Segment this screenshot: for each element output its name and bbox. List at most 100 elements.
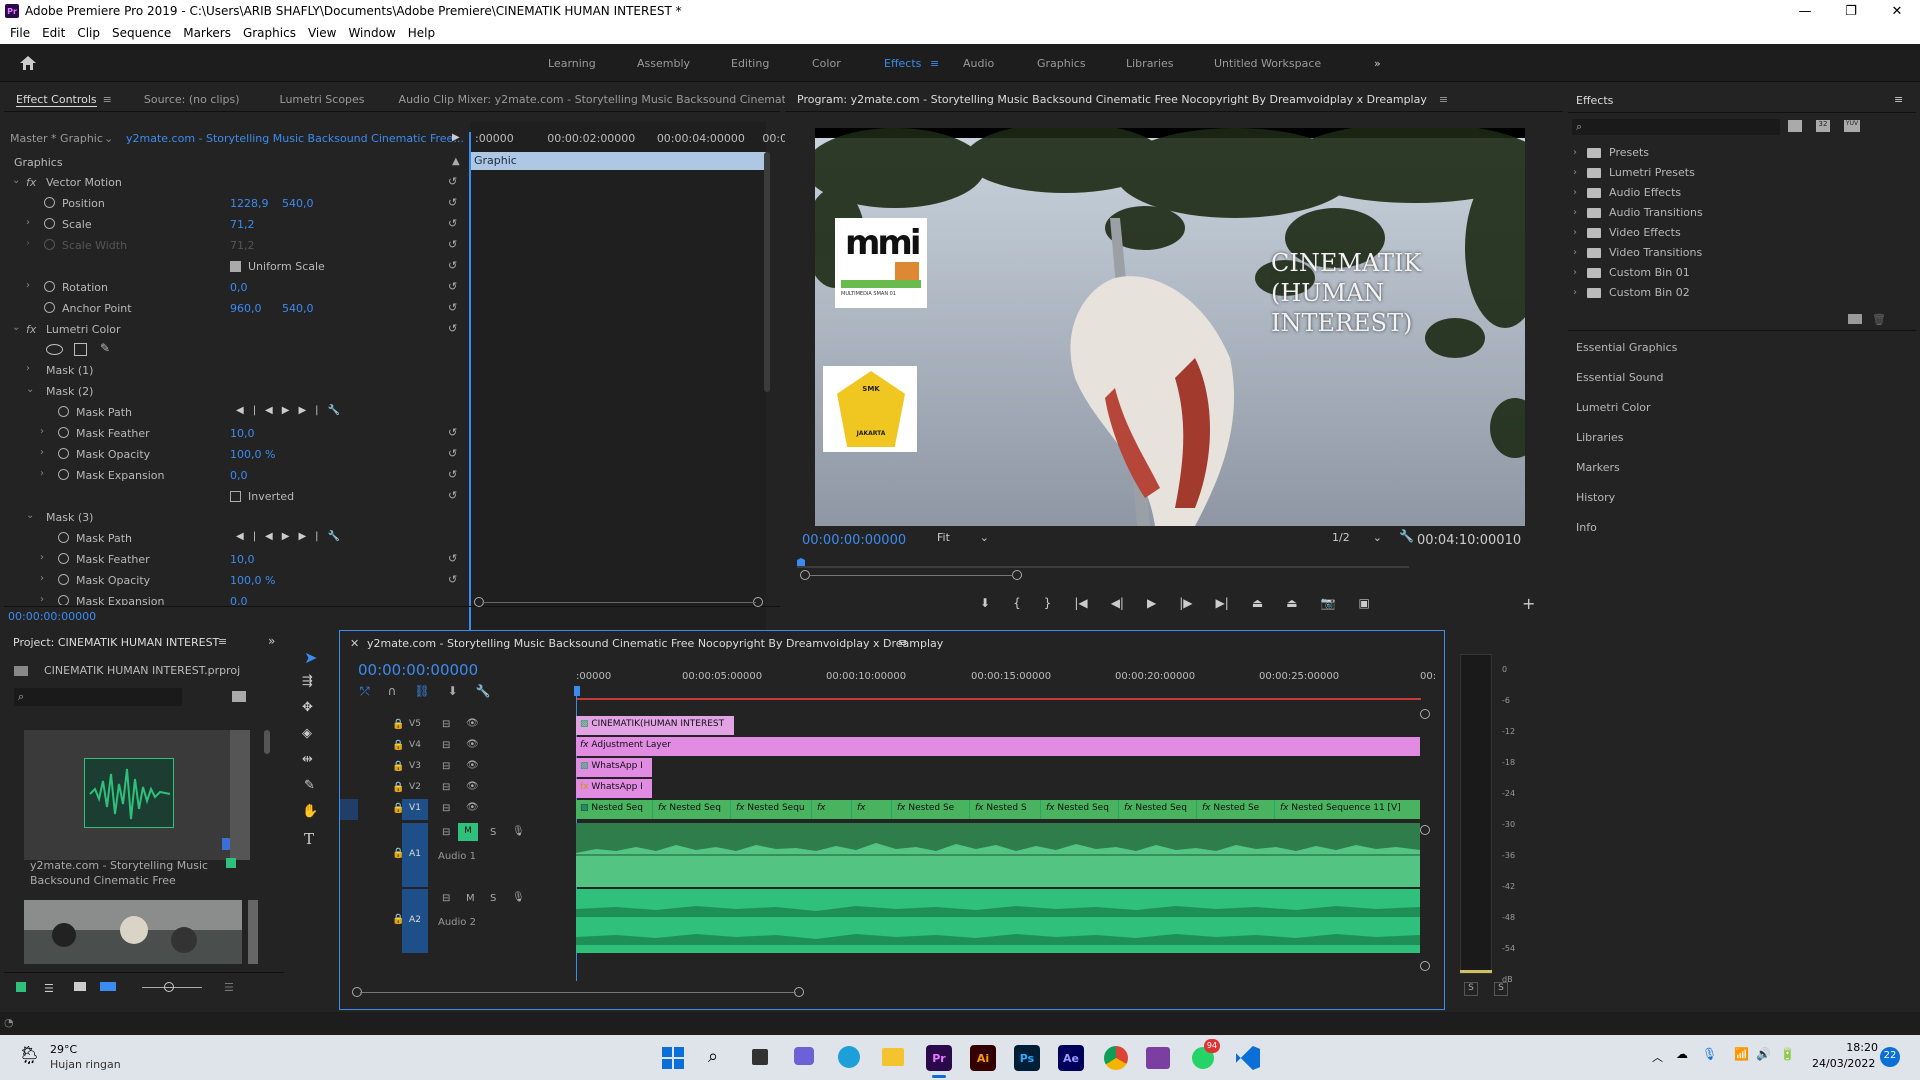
project-title[interactable]: Project: CINEMATIK HUMAN INTEREST: [13, 636, 219, 649]
premiere-icon[interactable]: Pr: [926, 1045, 952, 1071]
clip-adjustment-layer[interactable]: fx Adjustment Layer: [576, 737, 1420, 756]
row-mask-expansion-3[interactable]: › Mask Expansion 0,0: [4, 593, 466, 605]
nested-clip[interactable]: fx Nested Se: [893, 800, 970, 819]
row-lumetri-color[interactable]: ⌄ fx Lumetri Color ↺: [4, 321, 466, 339]
panel-markers[interactable]: Markers: [1576, 461, 1620, 474]
ellipse-mask-icon[interactable]: [46, 344, 63, 355]
menu-sequence[interactable]: Sequence: [110, 26, 173, 40]
row-mask-1[interactable]: › Mask (1): [4, 362, 466, 380]
menu-clip[interactable]: Clip: [75, 26, 102, 40]
tree-audio-effects[interactable]: › Audio Effects: [1573, 186, 1681, 199]
vscode-icon[interactable]: [1236, 1046, 1260, 1070]
project-item-video[interactable]: [24, 900, 242, 964]
timeline-close-icon[interactable]: ✕: [350, 637, 359, 650]
sort-icon[interactable]: ☰: [224, 981, 234, 994]
mask-track-controls[interactable]: ◀|◀▶▶|🔧: [236, 531, 349, 542]
onedrive-icon[interactable]: ☁: [1676, 1047, 1688, 1061]
resolution-select[interactable]: 1/2 ⌄: [1328, 530, 1386, 546]
v-scroll-top[interactable]: [1420, 709, 1430, 719]
v1-clips[interactable]: ▧ Nested Seq fx Nested Seq fx Nested Seq…: [576, 800, 1420, 819]
play-only-icon[interactable]: ▶: [452, 132, 460, 143]
battery-icon[interactable]: 🔋: [1780, 1047, 1795, 1061]
more-workspaces-icon[interactable]: »: [1374, 57, 1381, 70]
mask-track-controls[interactable]: ◀|◀▶▶|🔧: [236, 405, 349, 416]
timeline-title[interactable]: y2mate.com - Storytelling Music Backsoun…: [367, 637, 943, 650]
notification-badge[interactable]: 22: [1880, 1047, 1900, 1067]
ec-timecode[interactable]: 00:00:00:00000: [8, 610, 96, 623]
row-position[interactable]: Position 1228,9 540,0 ↺: [4, 195, 466, 213]
scroll-up-icon[interactable]: ▲: [452, 156, 460, 167]
tree-video-transitions[interactable]: › Video Transitions: [1573, 246, 1702, 259]
chrome-icon[interactable]: [1104, 1046, 1128, 1070]
project-scrollbar[interactable]: [264, 730, 270, 754]
video-frame[interactable]: mmi MULTIMEDIA SMAN 01 SMK JAKARTA CINEM…: [815, 128, 1525, 526]
row-mask-opacity-3[interactable]: › Mask Opacity 100,0 % ↺: [4, 572, 466, 590]
row-mask-opacity[interactable]: › Mask Opacity 100,0 % ↺: [4, 446, 466, 464]
close-icon[interactable]: ✕: [1874, 4, 1920, 19]
task-view-icon[interactable]: [752, 1049, 768, 1065]
row-mask-2[interactable]: ⌄ Mask (2): [4, 383, 466, 401]
selection-tool-icon[interactable]: ➤: [304, 648, 317, 667]
project-menu-icon[interactable]: ≡: [218, 635, 227, 648]
photoshop-icon[interactable]: Ps: [1014, 1045, 1040, 1071]
tab-effect-controls[interactable]: Effect Controls: [16, 93, 97, 107]
panel-history[interactable]: History: [1576, 491, 1615, 504]
temperature[interactable]: 29°C: [50, 1043, 77, 1056]
workspace-effects[interactable]: Effects: [884, 57, 921, 70]
fit-select[interactable]: Fit ⌄: [933, 530, 993, 546]
nested-clip[interactable]: fx Nested Seq: [654, 800, 731, 819]
type-tool-icon[interactable]: T: [304, 830, 314, 848]
export-frame-icon[interactable]: 📷: [1321, 596, 1336, 610]
master-chevron-icon[interactable]: ⌄: [104, 132, 113, 145]
delete-icon[interactable]: 🗑: [1872, 313, 1886, 326]
illustrator-icon[interactable]: Ai: [970, 1045, 996, 1071]
nested-clip[interactable]: fx Nested Seq: [1120, 800, 1197, 819]
add-marker-icon[interactable]: ⬇: [448, 684, 458, 699]
tree-custom-bin-02[interactable]: › Custom Bin 02: [1573, 286, 1690, 299]
row-mask-path[interactable]: Mask Path ◀|◀▶▶|🔧: [4, 404, 466, 422]
after-effects-icon[interactable]: Ae: [1058, 1045, 1084, 1071]
workspace-libraries[interactable]: Libraries: [1126, 57, 1174, 70]
nested-clip[interactable]: fx: [853, 800, 892, 819]
nested-clip[interactable]: fx Nested S: [971, 800, 1041, 819]
lift-icon[interactable]: ⏏: [1252, 596, 1263, 610]
track-a2[interactable]: 🔒 A2 ⊟ M S 🎙 Audio 2: [340, 889, 572, 953]
lock-icon[interactable]: [16, 982, 26, 992]
tree-lumetri-presets[interactable]: › Lumetri Presets: [1573, 166, 1695, 179]
workspace-color[interactable]: Color: [812, 57, 841, 70]
row-scale[interactable]: › Scale 71,2 ↺: [4, 216, 466, 234]
start-icon[interactable]: [662, 1047, 684, 1069]
audio-clip-a2[interactable]: [576, 889, 1420, 953]
workspace-audio[interactable]: Audio: [963, 57, 994, 70]
zoom-slider-thumb[interactable]: [164, 982, 174, 992]
tree-custom-bin-01[interactable]: › Custom Bin 01: [1573, 266, 1690, 279]
row-mask-feather-3[interactable]: › Mask Feather 10,0 ↺: [4, 551, 466, 569]
volume-icon[interactable]: 🔊: [1756, 1047, 1771, 1061]
row-mask-3[interactable]: ⌄ Mask (3): [4, 509, 466, 527]
nested-clip[interactable]: fx Nested Sequence 11 [V]: [1276, 800, 1420, 819]
extract-icon[interactable]: ⏏: [1286, 596, 1297, 610]
mute-button[interactable]: M: [458, 823, 478, 841]
nested-clip[interactable]: fx: [813, 800, 852, 819]
menu-graphics[interactable]: Graphics: [241, 26, 298, 40]
menu-window[interactable]: Window: [346, 26, 397, 40]
rect-mask-icon[interactable]: [74, 343, 87, 356]
workspace-untitled[interactable]: Untitled Workspace: [1214, 57, 1321, 70]
project-more-icon[interactable]: »: [268, 634, 275, 648]
tray-chevron-icon[interactable]: ︿: [1652, 1049, 1663, 1065]
edge-icon[interactable]: [838, 1046, 860, 1068]
project-item-peek[interactable]: [230, 730, 250, 860]
row-inverted[interactable]: Inverted ↺: [4, 488, 466, 506]
workspace-graphics[interactable]: Graphics: [1037, 57, 1086, 70]
row-mask-feather[interactable]: › Mask Feather 10,0 ↺: [4, 425, 466, 443]
audio-clip-a1[interactable]: [576, 823, 1420, 887]
new-bin-icon[interactable]: [1848, 314, 1862, 324]
track-a1[interactable]: 🔒 A1 ⊟ M S 🎙 Audio 1: [340, 823, 572, 887]
tab-source[interactable]: Source: (no clips): [144, 93, 240, 106]
mark-out-icon[interactable]: }: [1044, 596, 1052, 610]
icon-view-icon[interactable]: [74, 982, 86, 991]
menu-edit[interactable]: Edit: [40, 26, 67, 40]
comparison-view-icon[interactable]: ▣: [1359, 596, 1370, 610]
tree-video-effects[interactable]: › Video Effects: [1573, 226, 1681, 239]
workspace-editing[interactable]: Editing: [731, 57, 769, 70]
